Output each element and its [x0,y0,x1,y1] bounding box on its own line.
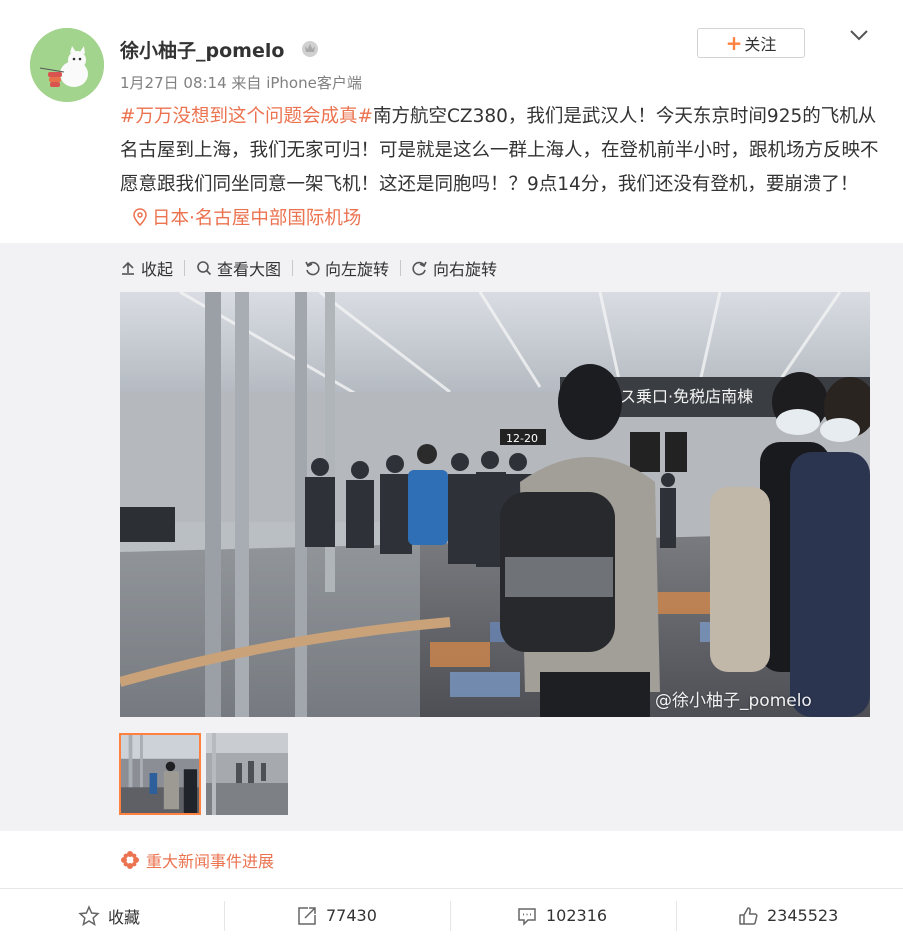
collapse-button[interactable]: 收起 [120,256,173,280]
photo-watermark: @徐小柚子_pomelo [655,691,812,711]
location-label: 日本·名古屋中部国际机场 [152,208,362,229]
comment-button[interactable]: 102316 [516,889,607,941]
favorite-button[interactable]: 收藏 [78,889,140,941]
post-meta: 1月27日 08:14 来自 iPhone客户端 [120,72,362,93]
toolbar-divider [292,260,294,276]
flower-icon [121,851,139,869]
chevron-down-icon[interactable] [848,26,870,44]
rotate-left-label: 向左旋转 [325,260,390,279]
thumbnail-image [206,733,288,815]
rotate-right-label: 向右旋转 [433,260,498,279]
like-count: 2345523 [767,906,839,925]
collapse-label: 收起 [141,260,174,279]
member-crown-icon [302,41,318,57]
thumbnail-2[interactable] [206,733,288,815]
rotate-left-button[interactable]: 向左旋转 [304,256,389,280]
favorite-label: 收藏 [108,907,141,927]
thumbnail-image [121,735,199,813]
view-large-label: 查看大图 [217,260,282,279]
collapse-icon [122,261,134,275]
action-divider [676,901,677,931]
post-content: #万万没想到这个问题会成真#南方航空CZ380，我们是武汉人！今天东京时间925… [120,100,890,236]
action-bar: 收藏 77430 102316 2345523 [0,888,903,941]
follow-button[interactable]: + 关注 [697,28,805,58]
action-divider [224,901,225,931]
repost-button[interactable]: 77430 [296,889,377,941]
thumbnail-1[interactable] [119,733,201,815]
avatar[interactable] [30,28,104,102]
repost-icon [298,906,316,925]
username[interactable]: 徐小柚子_pomelo [120,36,284,63]
image-toolbar: 收起 查看大图 向左旋转 向右旋转 [120,256,497,280]
post-source: 来自 iPhone客户端 [231,74,362,92]
rotate-left-icon [305,261,320,276]
toolbar-divider [184,260,186,276]
like-button[interactable]: 2345523 [737,889,838,941]
view-large-button[interactable]: 查看大图 [196,256,281,280]
plus-icon: + [725,31,743,55]
news-event-link[interactable]: 重大新闻事件进展 [120,848,274,872]
post-timestamp[interactable]: 1月27日 08:14 [120,74,227,92]
location-pin-icon [133,208,147,227]
photo-gate-sign: 12-20 [506,432,538,445]
news-event-label: 重大新闻事件进展 [146,852,275,871]
rotate-right-icon [412,261,427,276]
comment-count: 102316 [546,906,608,925]
thumbs-up-icon [739,906,758,925]
search-icon [197,261,212,276]
weibo-post: 徐小柚子_pomelo 1月27日 08:14 来自 iPhone客户端 + 关… [0,0,903,941]
photo-banner-sign: ス乗口·免税店南棟 [620,387,753,406]
star-icon [78,904,100,926]
location-link[interactable]: 日本·名古屋中部国际机场 [120,208,361,229]
repost-count: 77430 [326,906,377,925]
follow-label: 关注 [744,35,777,54]
rotate-right-button[interactable]: 向右旋转 [412,256,497,280]
airport-scene-image: ス乗口·免税店南棟 12-20 [120,292,870,717]
post-photo[interactable]: ス乗口·免税店南棟 12-20 [120,292,870,717]
action-divider [450,901,451,931]
topic-link[interactable]: #万万没想到这个问题会成真# [120,106,373,127]
toolbar-divider [400,260,402,276]
comment-icon [518,907,536,926]
